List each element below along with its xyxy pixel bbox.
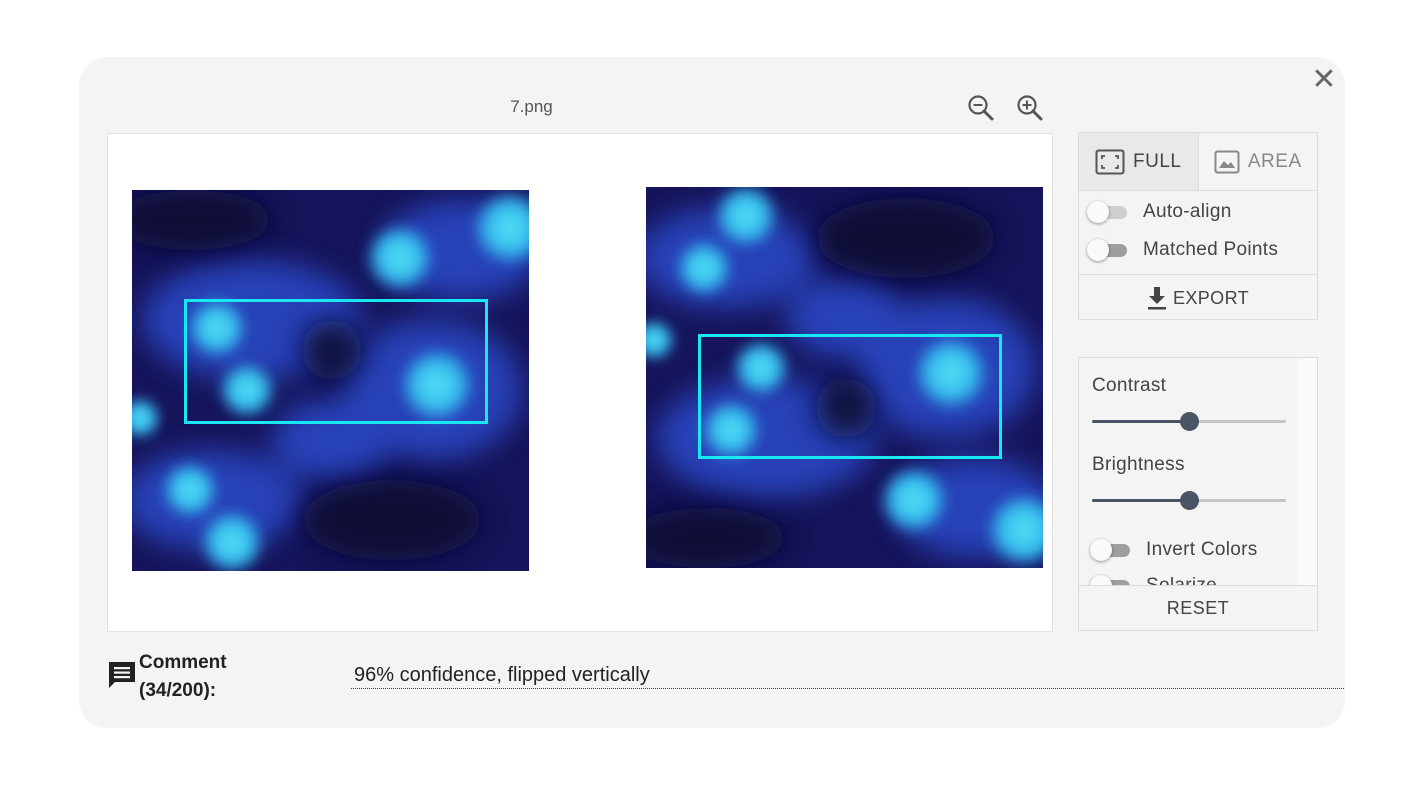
image-viewer — [107, 133, 1053, 632]
adjustments-panel: Contrast Brightness Invert Colors Solari… — [1078, 357, 1318, 631]
full-mode-label: FULL — [1133, 150, 1182, 172]
comment-label: Comment (34/200): — [139, 652, 227, 701]
download-icon — [1147, 287, 1166, 310]
full-mode-button[interactable]: FULL — [1079, 133, 1199, 190]
solarize-row: Solarize — [1082, 567, 1217, 585]
auto-align-toggle[interactable] — [1087, 201, 1131, 223]
invert-colors-toggle[interactable] — [1090, 539, 1134, 561]
left-image[interactable] — [132, 190, 529, 571]
brightness-label: Brightness — [1092, 454, 1185, 475]
view-mode-toggle: FULL AREA — [1079, 133, 1317, 191]
selection-box[interactable] — [184, 299, 488, 424]
contrast-label: Contrast — [1092, 375, 1167, 396]
export-button[interactable]: EXPORT — [1079, 274, 1317, 321]
area-mode-button[interactable]: AREA — [1199, 133, 1318, 190]
right-image[interactable] — [646, 187, 1043, 568]
fullscreen-icon — [1095, 149, 1125, 174]
comment-input[interactable] — [351, 662, 1345, 689]
contrast-slider-thumb[interactable] — [1180, 412, 1199, 431]
invert-colors-label: Invert Colors — [1146, 539, 1258, 560]
scrollbar[interactable] — [1298, 358, 1317, 585]
zoom-out-icon[interactable] — [966, 93, 996, 123]
zoom-in-icon[interactable] — [1015, 93, 1045, 123]
area-mode-label: AREA — [1247, 150, 1302, 172]
solarize-label: Solarize — [1146, 575, 1217, 585]
adjustments-scroll-area[interactable]: Contrast Brightness Invert Colors Solari… — [1079, 358, 1298, 585]
brightness-slider-thumb[interactable] — [1180, 491, 1199, 510]
auto-align-label: Auto-align — [1143, 201, 1232, 222]
invert-colors-row: Invert Colors — [1082, 531, 1258, 569]
comment-icon — [107, 660, 137, 690]
matched-points-row: Matched Points — [1079, 231, 1317, 269]
view-options-panel: FULL AREA Auto-align Matched Points EXPO… — [1078, 132, 1318, 320]
matched-points-toggle[interactable] — [1087, 239, 1131, 261]
auto-align-row: Auto-align — [1079, 193, 1317, 231]
matched-points-label: Matched Points — [1143, 239, 1279, 260]
file-name: 7.png — [510, 97, 553, 116]
brightness-slider[interactable] — [1092, 490, 1286, 510]
export-label: EXPORT — [1172, 287, 1250, 308]
image-compare-dialog: ✕ 7.png FULL AREA Auto-align Matched Poi… — [79, 57, 1345, 728]
reset-button[interactable]: RESET — [1079, 585, 1317, 630]
image-icon — [1214, 150, 1240, 173]
close-icon[interactable]: ✕ — [1311, 65, 1337, 95]
solarize-toggle[interactable] — [1090, 575, 1134, 585]
contrast-slider[interactable] — [1092, 411, 1286, 431]
selection-box[interactable] — [698, 334, 1002, 459]
